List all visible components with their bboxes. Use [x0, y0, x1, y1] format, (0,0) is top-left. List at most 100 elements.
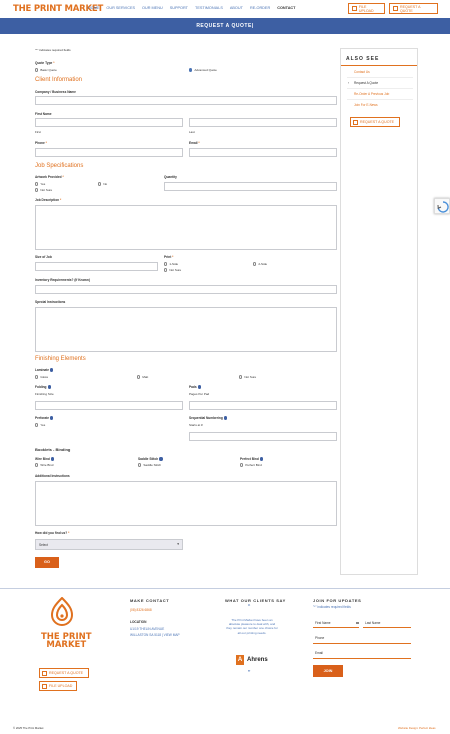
quantity-input[interactable]: [164, 182, 337, 191]
job-description-label: Job Description *: [35, 198, 62, 202]
help-icon[interactable]: [259, 457, 264, 461]
help-icon[interactable]: [50, 457, 55, 461]
email-input[interactable]: [189, 148, 337, 157]
perfect-label: Perfect Bind: [240, 457, 264, 461]
radio-artwork-no[interactable]: No: [98, 182, 107, 186]
wire-label: Wire Bind: [35, 457, 55, 461]
checkbox-perfect-bind[interactable]: Perfect Bind: [240, 463, 262, 467]
recaptcha-badge[interactable]: [434, 198, 450, 214]
footer-request-quote-button[interactable]: REQUEST A QUOTE: [39, 668, 89, 678]
updates-heading: JOIN FOR UPDATES: [313, 598, 362, 603]
nav-services[interactable]: OUR SERVICES: [106, 6, 135, 10]
radio-artwork-yes[interactable]: Yes: [35, 182, 45, 186]
footer-phone[interactable]: (08) 8326 6868: [130, 608, 152, 612]
footer-email-input[interactable]: Email: [315, 651, 323, 655]
help-icon[interactable]: [50, 416, 54, 420]
address-line2[interactable]: WILLASTON SA 5118 | VIEW MAP: [130, 633, 180, 637]
radio-basic-quote[interactable]: Basic Quote: [35, 68, 57, 72]
submit-button[interactable]: GO: [35, 557, 59, 568]
company-input[interactable]: [35, 96, 337, 105]
booklets-heading: Booklets - Binding: [35, 447, 71, 452]
quantity-label: Quantity: [164, 175, 177, 179]
join-button[interactable]: JOIN: [313, 665, 343, 677]
autofill-icon: [356, 622, 359, 624]
radio-advanced-quote[interactable]: Advanced Quote: [189, 68, 217, 72]
perforate-label: Perforate: [35, 416, 54, 420]
arrow-right-icon: ›: [348, 81, 350, 85]
contact-heading: MAKE CONTACT: [130, 598, 170, 603]
find-select[interactable]: Select ▾: [35, 539, 183, 550]
nav-home[interactable]: HOME: [88, 6, 99, 10]
sidebar-item-request-quote[interactable]: › Request A Quote: [348, 81, 378, 85]
input-underline: [313, 658, 411, 659]
site-credit[interactable]: Website Design: Perfect Ideas: [398, 726, 436, 730]
quote-icon: [353, 119, 358, 125]
size-label: Size of Job: [35, 255, 52, 259]
special-textarea[interactable]: [35, 307, 337, 352]
additional-textarea[interactable]: [35, 481, 337, 526]
inventory-input[interactable]: [35, 285, 337, 294]
radio-laminate-matt[interactable]: Matt: [137, 375, 148, 379]
first-name-input[interactable]: [35, 118, 183, 127]
sidebar-item-reorder[interactable]: Re-Order A Previous Job: [354, 92, 389, 96]
help-icon[interactable]: [50, 368, 54, 372]
folding-label: Folding: [35, 385, 51, 389]
client-info-heading: Client Information: [35, 77, 83, 83]
footer-last-name-input[interactable]: Last Name: [365, 621, 380, 625]
help-icon[interactable]: [197, 385, 202, 389]
radio-laminate-not-sure[interactable]: Not Sure: [239, 375, 256, 379]
checkbox-perforate-yes[interactable]: Yes: [35, 423, 45, 427]
nav-support[interactable]: SUPPORT: [170, 6, 188, 10]
copyright: © 2025 The Print Market: [13, 726, 44, 730]
help-icon[interactable]: [223, 416, 228, 420]
radio-artwork-not-sure[interactable]: Not Sure: [35, 188, 52, 192]
file-upload-button[interactable]: FILE UPLOAD: [348, 3, 385, 14]
request-quote-label: REQUEST A QUOTE: [400, 4, 421, 13]
job-description-textarea[interactable]: [35, 205, 337, 250]
testimonial-text: The Print Market have been an absolute p…: [226, 618, 278, 635]
chevron-down-icon: ▾: [177, 542, 179, 546]
phone-input[interactable]: [35, 148, 183, 157]
sidebar-title: ALSO SEE: [346, 56, 380, 62]
size-input[interactable]: [35, 262, 158, 271]
radio-print-not-sure[interactable]: Not Sure: [164, 268, 181, 272]
sidebar-item-enews[interactable]: Join For E-News: [354, 103, 378, 107]
last-name-input[interactable]: [189, 118, 337, 127]
request-quote-button[interactable]: REQUEST A QUOTE: [389, 3, 438, 14]
nav-menu[interactable]: OUR MENU: [142, 6, 163, 10]
main-nav: HOME OUR SERVICES OUR MENU SUPPORT TESTI…: [88, 6, 303, 10]
footer-file-upload-button[interactable]: FILE UPLOAD: [39, 681, 77, 691]
radio-laminate-gloss[interactable]: Gloss: [35, 375, 48, 379]
print-market-logo-icon[interactable]: [49, 597, 75, 627]
sidebar-request-quote-button[interactable]: REQUEST A QUOTE: [350, 117, 400, 127]
nav-about[interactable]: ABOUT: [230, 6, 243, 10]
radio-print-1side[interactable]: 1-Side: [164, 262, 178, 266]
quote-icon: [42, 670, 47, 676]
checkbox-saddle-stitch[interactable]: Saddle Stitch: [138, 463, 161, 467]
find-label: How did you find us? *: [35, 531, 70, 535]
sidebar-item-contact[interactable]: Contact Us: [354, 70, 370, 74]
location-label: LOCATION: [130, 620, 147, 624]
nav-contact[interactable]: CONTACT: [277, 6, 295, 10]
checkbox-wire-bind[interactable]: Wire Bind: [35, 463, 53, 467]
footer-first-name-input[interactable]: First Name: [315, 621, 331, 625]
site-header: THE PRINT MARKET HOME OUR SERVICES OUR M…: [0, 0, 450, 18]
quote-close-icon: ”: [248, 670, 251, 677]
numbering-input[interactable]: [189, 432, 337, 441]
help-icon[interactable]: [47, 385, 51, 389]
help-icon[interactable]: [159, 457, 163, 461]
pads-label: Pads: [189, 385, 202, 389]
file-upload-label: FILE UPLOAD: [358, 4, 374, 13]
artwork-label: Artwork Provided *: [35, 175, 64, 179]
pads-input[interactable]: [189, 401, 337, 410]
special-label: Special Instructions: [35, 300, 66, 304]
name-label: First Name: [35, 112, 52, 116]
folding-input[interactable]: [35, 401, 183, 410]
nav-testimonials[interactable]: TESTIMONIALS: [195, 6, 223, 10]
footer-phone-input[interactable]: Phone: [315, 636, 324, 640]
numbering-sublabel: Starts at #: [189, 423, 203, 427]
radio-print-2side[interactable]: 2-Side: [253, 262, 267, 266]
job-spec-heading: Job Specifications: [35, 163, 84, 169]
footer-logo-text: THE PRINT MARKET: [41, 633, 92, 650]
nav-reorder[interactable]: RE-ORDER: [250, 6, 270, 10]
